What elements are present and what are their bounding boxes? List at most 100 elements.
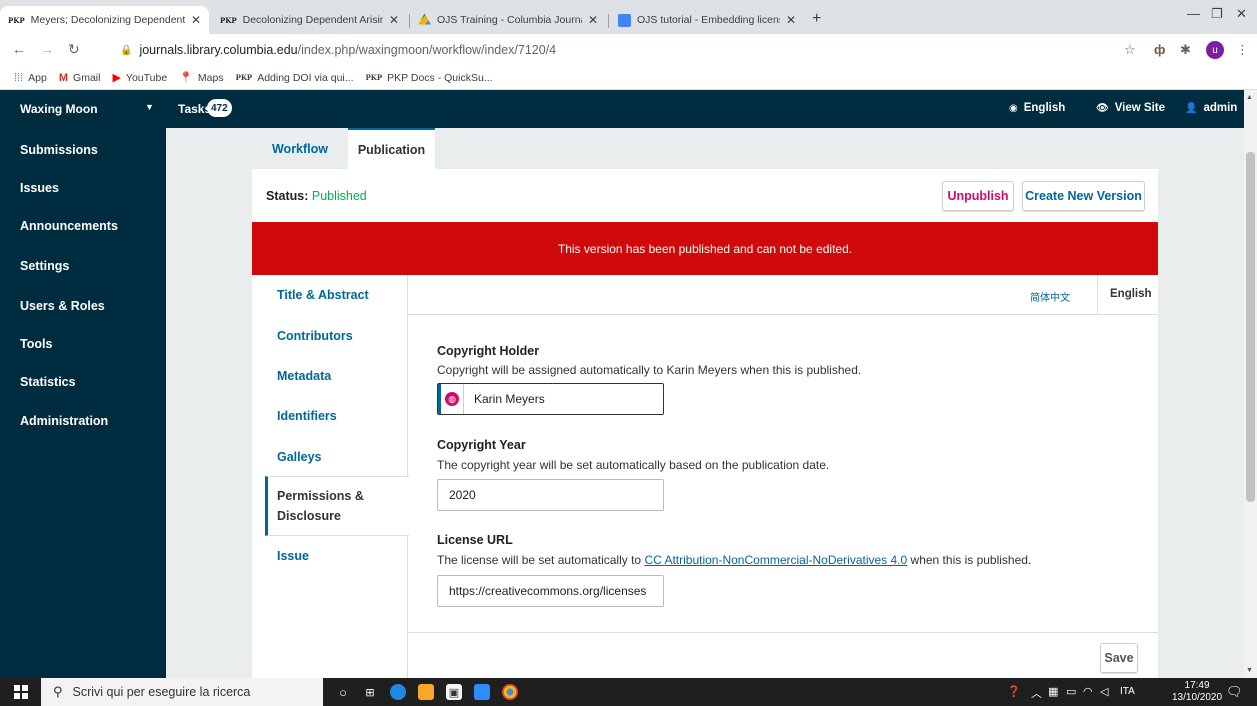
bookmark-apps[interactable]: ⁞⁞⁞ App <box>14 72 47 84</box>
save-button[interactable]: Save <box>1100 643 1138 673</box>
language-menu[interactable]: ◉ English <box>1009 102 1065 114</box>
windows-start-icon[interactable] <box>14 685 28 699</box>
subnav-metadata[interactable]: Metadata <box>277 366 397 386</box>
input-language[interactable]: ITA <box>1120 686 1135 697</box>
cortana-icon[interactable]: ○ <box>335 684 351 700</box>
status-badge: Published <box>311 189 367 203</box>
copyright-holder-label: Copyright Holder <box>437 344 540 358</box>
sidebar-item-tools[interactable]: Tools <box>20 337 52 351</box>
pkp-favicon-icon: PKP <box>220 15 237 25</box>
store-icon[interactable]: ▣ <box>446 684 462 700</box>
edge-icon[interactable] <box>390 684 406 700</box>
subnav-contributors[interactable]: Contributors <box>277 326 397 346</box>
form-language-bar: 简体中文 English <box>408 275 1158 315</box>
language-english-button[interactable]: English <box>1110 288 1152 300</box>
file-explorer-icon[interactable] <box>418 684 434 700</box>
clock-time: 17:49 <box>1184 680 1210 691</box>
copyright-year-input[interactable]: 2020 <box>437 479 664 511</box>
context-switcher[interactable]: Waxing Moon <box>20 102 98 116</box>
chevron-up-icon[interactable]: ︿ <box>1031 685 1042 701</box>
puzzle-icon[interactable]: ✱ <box>1180 42 1191 58</box>
task-view-icon[interactable]: ⊞ <box>362 684 378 700</box>
publication-status: Status: Published <box>266 189 367 203</box>
url-path: /index.php/waxingmoon/workflow/index/712… <box>297 43 557 57</box>
language-chinese-button[interactable]: 简体中文 <box>1030 289 1070 304</box>
chrome-icon[interactable] <box>502 684 518 700</box>
browser-tab[interactable]: PKP Meyers; Decolonizing Dependent ✕ <box>0 6 209 34</box>
window-close-icon[interactable]: ✕ <box>1236 6 1247 22</box>
zoom-icon[interactable] <box>474 684 490 700</box>
subnav-issue[interactable]: Issue <box>277 546 397 566</box>
back-arrow-icon[interactable]: ← <box>12 41 26 57</box>
sidebar-item-users-roles[interactable]: Users & Roles <box>20 299 105 313</box>
page-scrollbar[interactable]: ▲ ▼ <box>1244 90 1257 678</box>
notifications-icon[interactable]: 🗨 <box>1226 684 1243 700</box>
tab-workflow[interactable]: Workflow <box>252 128 348 169</box>
pkp-favicon-icon: PKP <box>8 15 25 25</box>
taskbar-search-placeholder: Scrivi qui per eseguire la ricerca <box>72 685 251 699</box>
close-icon[interactable]: ✕ <box>191 13 201 27</box>
license-link[interactable]: CC Attribution-NonCommercial-NoDerivativ… <box>644 553 907 567</box>
copyright-year-description: The copyright year will be set automatic… <box>437 458 830 472</box>
sidebar-item-settings[interactable]: Settings <box>20 259 69 273</box>
user-menu[interactable]: 👤 admin <box>1185 102 1237 114</box>
maximize-icon[interactable]: ❐ <box>1211 6 1223 22</box>
bookmark-gmail[interactable]: M Gmail <box>59 72 101 84</box>
tab-publication[interactable]: Publication <box>348 128 435 169</box>
profile-avatar[interactable]: u <box>1206 41 1224 59</box>
sidebar-item-announcements[interactable]: Announcements <box>20 219 118 233</box>
eye-icon: 👁 <box>1096 102 1109 114</box>
sidebar-item-issues[interactable]: Issues <box>20 181 59 195</box>
globe-icon: ◉ <box>1009 102 1018 114</box>
create-new-version-button[interactable]: Create New Version <box>1022 181 1145 211</box>
bookmark-maps[interactable]: 📍 Maps <box>179 71 223 85</box>
close-icon[interactable]: ✕ <box>588 13 598 27</box>
star-icon[interactable]: ☆ <box>1124 42 1136 58</box>
copyright-year-label: Copyright Year <box>437 438 526 452</box>
bookmark-pkp-docs[interactable]: PKP PKP Docs - QuickSu... <box>366 72 493 84</box>
system-clock[interactable]: 17:49 13/10/2020 <box>1172 680 1222 704</box>
subnav-permissions-disclosure[interactable]: Permissions & Disclosure <box>277 486 397 526</box>
browser-tab[interactable]: OJS tutorial - Embedding license ✕ <box>610 6 804 34</box>
unpublish-button[interactable]: Unpublish <box>942 181 1014 211</box>
app-header: Waxing Moon ▼ Tasks 472 ◉ English 👁 View S… <box>0 90 1244 128</box>
close-icon[interactable]: ✕ <box>786 13 796 27</box>
help-icon[interactable]: ❓ <box>1007 685 1021 698</box>
battery-icon[interactable]: ▭ <box>1066 685 1076 698</box>
taskbar-search-input[interactable]: ⚲ Scrivi qui per eseguire la ricerca <box>41 678 323 706</box>
subnav-identifiers[interactable]: Identifiers <box>277 406 397 426</box>
volume-icon[interactable]: ◁ <box>1100 685 1108 698</box>
extension-icon[interactable]: ф <box>1154 42 1165 57</box>
forward-arrow-icon[interactable]: → <box>40 41 54 57</box>
address-bar[interactable]: 🔒 journals.library.columbia.edu/index.ph… <box>120 37 1120 63</box>
reload-icon[interactable]: ↻ <box>68 41 80 58</box>
subnav-title-abstract[interactable]: Title & Abstract <box>277 285 397 305</box>
user-icon: 👤 <box>1185 102 1198 114</box>
bookmark-adding-doi[interactable]: PKP Adding DOI via qui... <box>236 72 354 84</box>
minimize-icon[interactable]: — <box>1187 6 1200 21</box>
license-url-input[interactable]: https://creativecommons.org/licenses <box>437 575 664 607</box>
bookmark-youtube[interactable]: ▶ YouTube <box>112 71 167 85</box>
view-site-link[interactable]: 👁 View Site <box>1096 102 1165 114</box>
publication-subnav: Title & Abstract Contributors Metadata I… <box>252 275 409 678</box>
sidebar-item-statistics[interactable]: Statistics <box>20 375 76 389</box>
browser-tab[interactable]: PKP Decolonizing Dependent Arising ✕ <box>212 6 407 34</box>
copyright-holder-input[interactable]: ◍ Karin Meyers <box>437 383 664 415</box>
new-tab-button[interactable]: + <box>812 10 821 28</box>
copyright-holder-value: Karin Meyers <box>474 392 545 406</box>
gmail-icon: M <box>58 71 69 84</box>
subnav-galleys[interactable]: Galleys <box>277 447 397 467</box>
publication-panel: Status: Published Unpublish Create New V… <box>252 169 1158 678</box>
kebab-menu-icon[interactable]: ⋮ <box>1236 42 1249 58</box>
close-icon[interactable]: ✕ <box>389 13 399 27</box>
sidebar-item-administration[interactable]: Administration <box>20 414 108 428</box>
tray-apps-icon[interactable]: ▦ <box>1048 685 1058 698</box>
scroll-up-icon[interactable]: ▲ <box>1246 94 1253 101</box>
wifi-icon[interactable]: ◠ <box>1083 685 1093 698</box>
caret-down-icon[interactable]: ▼ <box>145 102 154 112</box>
scroll-down-icon[interactable]: ▼ <box>1246 667 1253 674</box>
browser-tab[interactable]: OJS Training - Columbia Journals ✕ <box>410 6 606 34</box>
scrollbar-thumb[interactable] <box>1246 152 1255 502</box>
published-notice: This version has been published and can … <box>252 222 1158 275</box>
sidebar-item-submissions[interactable]: Submissions <box>20 143 98 157</box>
